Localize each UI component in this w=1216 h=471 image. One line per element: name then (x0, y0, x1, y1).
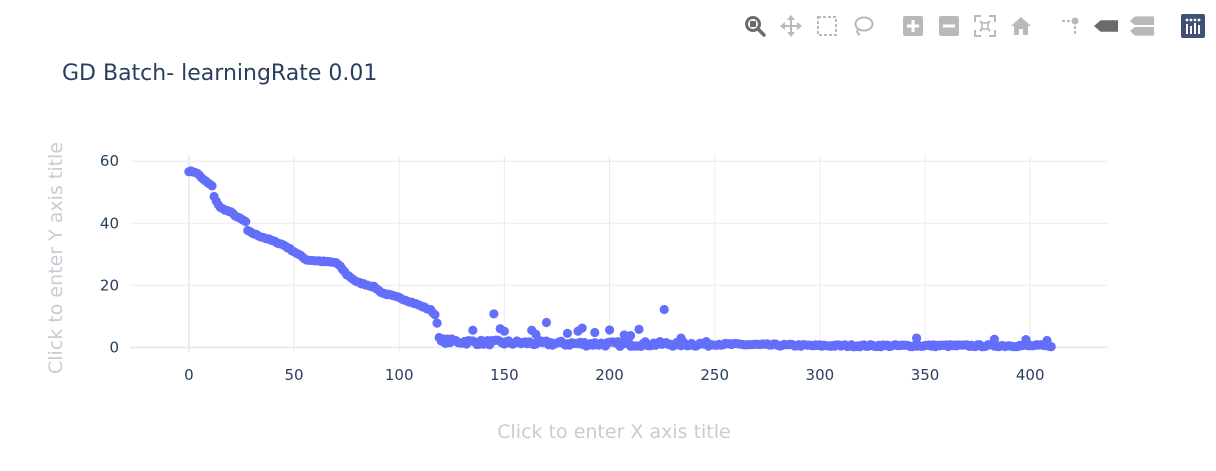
chart-title: GD Batch- learningRate 0.01 (62, 61, 377, 86)
grid (130, 155, 1108, 352)
y-tick-label: 40 (100, 214, 119, 232)
x-tick-label: 300 (806, 366, 835, 384)
data-point[interactable] (912, 333, 922, 343)
data-point[interactable] (489, 309, 499, 319)
data-point[interactable] (625, 330, 636, 341)
data-point[interactable] (1042, 335, 1052, 346)
data-point[interactable] (541, 317, 552, 328)
data-point[interactable] (207, 181, 217, 191)
y-tick-label: 0 (109, 338, 119, 356)
data-point[interactable] (604, 325, 615, 335)
data-point[interactable] (634, 324, 644, 334)
data-point[interactable] (531, 329, 541, 339)
scatter-plot: 0 50 100 150 200 250 300 350 400 0 20 40 60 GD Batch… (45, 61, 1108, 443)
data-point[interactable] (659, 304, 669, 315)
x-axis-title[interactable]: Click to enter X axis title (497, 421, 730, 443)
x-tick-label: 400 (1016, 366, 1045, 384)
data-point[interactable] (577, 323, 587, 333)
y-axis-title[interactable]: Click to enter Y axis title (45, 142, 67, 374)
data-point[interactable] (1021, 334, 1031, 345)
data-point[interactable] (590, 327, 600, 338)
x-tick-label: 250 (700, 366, 729, 384)
data-point[interactable] (241, 217, 251, 227)
y-tick-label: 60 (100, 152, 119, 170)
data-point[interactable] (430, 310, 440, 320)
data-point[interactable] (989, 334, 1000, 344)
data-point[interactable] (562, 328, 573, 338)
data-point[interactable] (432, 318, 442, 328)
x-tick-label: 50 (285, 366, 304, 384)
x-tick-label: 0 (184, 366, 194, 384)
x-tick-label: 150 (490, 366, 519, 384)
y-tick-label: 20 (100, 276, 119, 294)
data-point[interactable] (468, 325, 478, 335)
data-point[interactable] (499, 326, 509, 336)
x-tick-label: 200 (595, 366, 624, 384)
x-tick-label: 100 (385, 366, 414, 384)
data-point[interactable] (676, 333, 686, 343)
x-tick-label: 350 (911, 366, 940, 384)
